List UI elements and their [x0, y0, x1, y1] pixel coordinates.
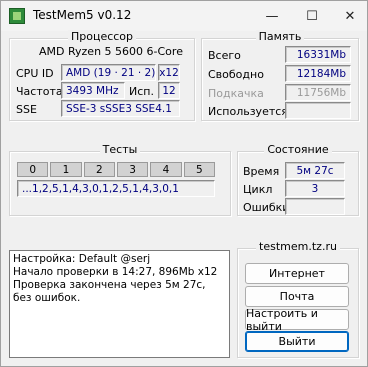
cycle-label: Цикл [243, 183, 273, 196]
cpu-id-field: AMD (19 · 21 · 2) [61, 64, 156, 81]
testmem-window: TestMem5 v0.12 — ☐ ✕ Процессор AMD Ryzen… [0, 0, 368, 367]
used-memory-label: Используется [208, 105, 288, 118]
free-memory-field: 12184Mb [285, 65, 351, 82]
swap-memory-label: Подкачка [208, 87, 264, 100]
log-line: Проверка закончена через 5м 27с, [13, 279, 206, 291]
app-icon [9, 8, 25, 24]
title-bar[interactable]: TestMem5 v0.12 — ☐ ✕ [1, 1, 367, 31]
maximize-button[interactable]: ☐ [293, 1, 331, 31]
errors-field [285, 198, 345, 215]
time-label: Время [243, 165, 280, 178]
time-field: 5м 27с [285, 162, 345, 179]
total-memory-label: Всего [208, 49, 241, 62]
close-button[interactable]: ✕ [331, 1, 368, 31]
status-group-title: Состояние [264, 143, 332, 156]
total-memory-field: 16331Mb [285, 46, 351, 63]
memory-group-title: Память [255, 30, 305, 43]
log-line: Настройка: Default @serj [13, 253, 151, 265]
test-cell-2: 2 [83, 162, 115, 177]
frequency-label: Частота [16, 85, 63, 98]
test-cells-row: 0 1 2 3 4 5 [17, 162, 215, 177]
mail-button[interactable]: Почта [245, 286, 349, 307]
cpu-name: AMD Ryzen 5 5600 6-Core [39, 45, 183, 58]
threads-field: x12 [158, 64, 180, 81]
window-title: TestMem5 v0.12 [33, 8, 132, 22]
test-cell-3: 3 [116, 162, 149, 177]
site-link-label: testmem.tz.ru [256, 240, 340, 253]
processor-group-title: Процессор [67, 30, 137, 43]
test-sequence-field: ...1,2,5,1,4,3,0,1,2,5,1,4,3,0,1 [17, 180, 215, 197]
internet-button[interactable]: Интернет [245, 263, 349, 284]
sse-field: SSE-3 sSSE3 SSE4.1 [61, 100, 180, 117]
frequency-field: 3493 MHz [61, 82, 125, 99]
configure-exit-button[interactable]: Настроить и выйти [245, 307, 349, 333]
minimize-button[interactable]: — [253, 1, 291, 31]
log-panel[interactable]: Настройка: Default @serj Начало проверки… [9, 250, 230, 358]
cycle-field: 3 [285, 180, 345, 197]
free-memory-label: Свободно [208, 68, 264, 81]
test-cell-4: 4 [150, 162, 182, 177]
test-cell-1: 1 [50, 162, 82, 177]
log-line: Начало проверки в 14:27, 896Mb x12 [13, 266, 218, 278]
cpu-id-label: CPU ID [16, 67, 54, 80]
swap-memory-field: 11756Mb [285, 84, 351, 101]
test-cell-0: 0 [17, 162, 49, 177]
log-line: без ошибок. [13, 292, 81, 304]
exit-button[interactable]: Выйти [245, 331, 349, 352]
used-memory-field [285, 102, 351, 119]
tests-group-title: Тесты [99, 143, 141, 156]
used-threads-label: Исп. [129, 85, 154, 98]
sse-label: SSE [16, 103, 37, 116]
test-cell-5: 5 [183, 162, 215, 177]
used-threads-field: 12 [158, 82, 180, 99]
errors-label: Ошибки [243, 201, 290, 214]
